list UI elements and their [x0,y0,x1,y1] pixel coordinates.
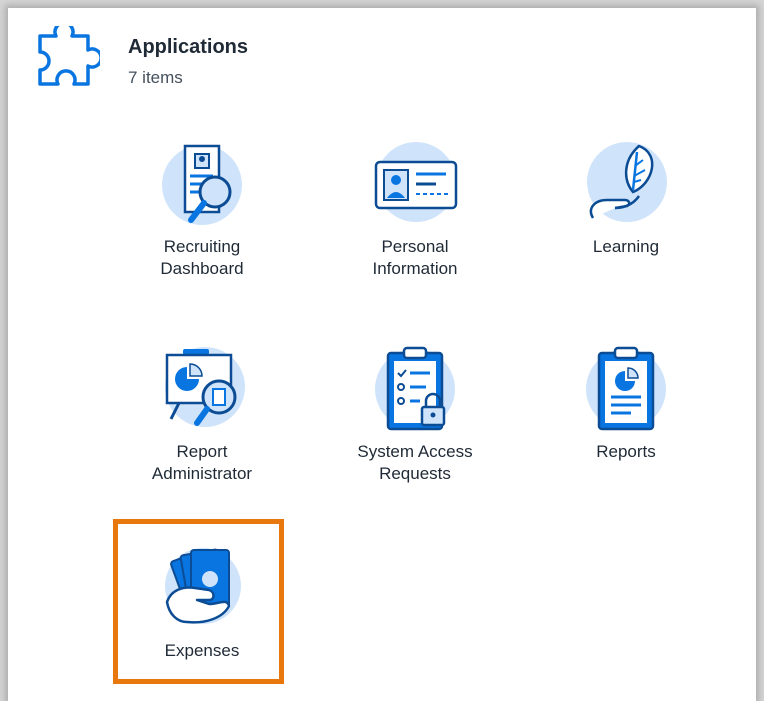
page-title: Applications [128,36,249,58]
app-label: Reports [596,442,656,461]
hand-cash-icon [165,548,241,624]
item-count: 7 items [128,68,183,87]
card-header: Applications 7 items [8,8,756,108]
app-label: Recruiting Dashboard [160,237,244,278]
id-card-icon [374,142,458,222]
app-tile-learning[interactable]: Learning [536,140,716,300]
app-label: Report Administrator [151,442,253,483]
app-tile-system-access-requests[interactable]: System Access Requests [325,345,505,505]
resume-magnifier-icon [162,144,242,225]
clipboard-chart-icon [586,346,666,431]
app-label: Personal Information [372,237,458,278]
puzzle-piece-icon [38,26,100,86]
chart-board-magnifier-icon [165,347,245,427]
app-tile-reports[interactable]: Reports [536,345,716,505]
app-label: Learning [592,237,660,256]
app-label: System Access Requests [357,442,473,483]
hand-leaf-icon [587,142,667,222]
app-label: Expenses [164,641,240,660]
app-tile-report-administrator[interactable]: Report Administrator [112,345,292,505]
app-tile-personal-information[interactable]: Personal Information [325,140,505,300]
app-tile-recruiting-dashboard[interactable]: Recruiting Dashboard [112,140,292,300]
applications-card: Applications 7 items Recruiting Dashboar… [8,8,756,701]
clipboard-lock-icon [375,346,455,431]
app-tile-expenses[interactable]: Expenses [112,519,292,686]
